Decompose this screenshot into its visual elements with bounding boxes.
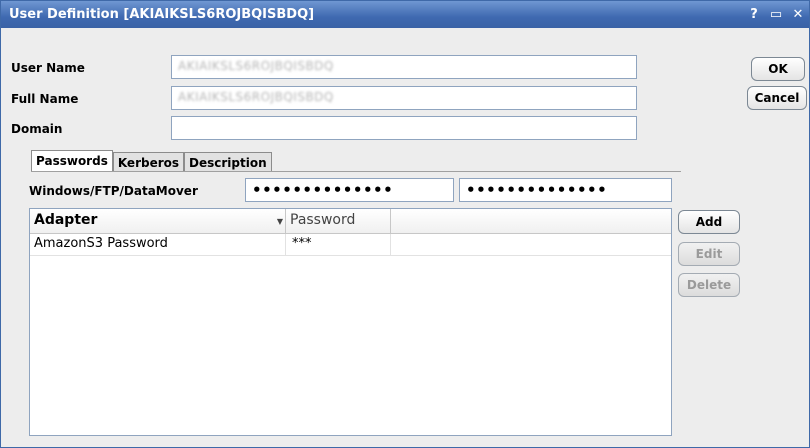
tab-panel-divider	[31, 171, 681, 172]
delete-button[interactable]: Delete	[678, 273, 740, 297]
close-icon[interactable]: ✕	[787, 7, 809, 22]
column-header-blank	[391, 209, 671, 233]
full-name-value: AKIAIKSLS6ROJBQISBDQ	[178, 90, 334, 104]
tab-description[interactable]: Description	[184, 152, 272, 172]
full-name-label: Full Name	[11, 92, 79, 106]
adapter-password-table: Adapter ▼ Password AmazonS3 Password ***	[29, 208, 672, 436]
cell-password: ***	[286, 234, 391, 255]
column-header-adapter[interactable]: Adapter ▼	[30, 209, 286, 233]
column-header-adapter-label: Adapter	[34, 212, 98, 228]
table-row[interactable]: AmazonS3 Password ***	[30, 234, 671, 256]
windows-ftp-datamover-label: Windows/FTP/DataMover	[29, 184, 198, 198]
edit-button[interactable]: Edit	[678, 242, 740, 266]
help-icon[interactable]: ?	[743, 7, 765, 22]
title-bar[interactable]: User Definition [AKIAIKSLS6ROJBQISBDQ] ?…	[1, 1, 809, 28]
user-name-label: User Name	[11, 61, 85, 75]
user-name-value: AKIAIKSLS6ROJBQISBDQ	[178, 59, 334, 73]
sort-arrow-icon[interactable]: ▼	[277, 217, 283, 226]
tab-strip: Passwords Kerberos Description	[31, 150, 272, 172]
confirm-password-field[interactable]: ••••••••••••••	[459, 178, 672, 202]
cell-adapter: AmazonS3 Password	[30, 234, 286, 255]
password-field[interactable]: ••••••••••••••	[245, 178, 454, 202]
column-header-password[interactable]: Password	[286, 209, 391, 233]
user-name-field[interactable]: AKIAIKSLS6ROJBQISBDQ	[171, 55, 637, 79]
full-name-field[interactable]: AKIAIKSLS6ROJBQISBDQ	[171, 86, 637, 110]
tab-kerberos[interactable]: Kerberos	[112, 152, 185, 172]
user-definition-dialog: User Definition [AKIAIKSLS6ROJBQISBDQ] ?…	[0, 0, 810, 448]
dialog-title: User Definition [AKIAIKSLS6ROJBQISBDQ]	[9, 7, 315, 22]
cancel-button[interactable]: Cancel	[747, 86, 807, 110]
domain-label: Domain	[11, 122, 63, 136]
add-button[interactable]: Add	[678, 210, 740, 234]
table-header: Adapter ▼ Password	[30, 209, 671, 234]
cell-blank	[391, 234, 671, 255]
tab-passwords[interactable]: Passwords	[31, 150, 113, 172]
maximize-icon[interactable]: ▭	[765, 7, 787, 22]
domain-field[interactable]	[171, 116, 637, 140]
ok-button[interactable]: OK	[751, 57, 805, 81]
